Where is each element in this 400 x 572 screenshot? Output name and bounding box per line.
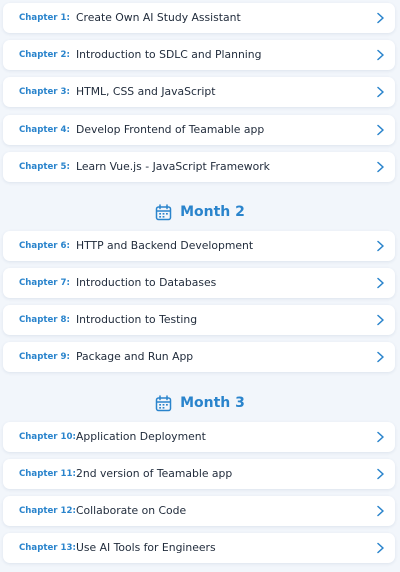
chapter-number: Chapter 12: — [19, 506, 76, 516]
chapter-number: Chapter 5: — [19, 162, 70, 172]
chapter-item-5[interactable]: Chapter 5: Learn Vue.js - JavaScript Fra… — [3, 152, 395, 182]
chapter-number: Chapter 9: — [19, 352, 70, 362]
chapter-item-7[interactable]: Chapter 7: Introduction to Databases — [3, 268, 395, 298]
chapter-title: Introduction to Databases — [76, 276, 217, 289]
chapter-title: Collaborate on Code — [76, 504, 187, 517]
chapter-title: Package and Run App — [76, 350, 194, 363]
chapter-number: Chapter 10: — [19, 432, 76, 442]
month-2-header: Month 2 — [0, 199, 400, 225]
chapter-title: Create Own AI Study Assistant — [76, 11, 241, 24]
chevron-right-icon — [377, 542, 384, 554]
chapter-item-10[interactable]: Chapter 10: Application Deployment — [3, 422, 395, 452]
chapter-item-1[interactable]: Chapter 1: Create Own AI Study Assistant — [3, 3, 395, 33]
chapter-title: Develop Frontend of Teamable app — [76, 123, 265, 136]
calendar-icon — [155, 203, 172, 220]
chapter-title: Use AI Tools for Engineers — [76, 541, 216, 554]
chapter-number: Chapter 3: — [19, 87, 70, 97]
chapter-number: Chapter 6: — [19, 241, 70, 251]
chevron-right-icon — [377, 124, 384, 136]
chapter-title: Learn Vue.js - JavaScript Framework — [76, 160, 270, 173]
chapter-item-3[interactable]: Chapter 3: HTML, CSS and JavaScript — [3, 77, 395, 107]
chevron-right-icon — [377, 468, 384, 480]
chapter-item-2[interactable]: Chapter 2: Introduction to SDLC and Plan… — [3, 40, 395, 70]
month-title: Month 3 — [180, 395, 245, 411]
chapter-number: Chapter 13: — [19, 543, 76, 553]
chevron-right-icon — [377, 431, 384, 443]
chapter-title: Application Deployment — [76, 430, 206, 443]
chapter-title: 2nd version of Teamable app — [76, 467, 233, 480]
chapter-number: Chapter 4: — [19, 125, 70, 135]
chapter-number: Chapter 2: — [19, 50, 70, 60]
chevron-right-icon — [377, 86, 384, 98]
chapter-title: Introduction to SDLC and Planning — [76, 48, 262, 61]
chevron-right-icon — [377, 12, 384, 24]
chapter-number: Chapter 11: — [19, 469, 76, 479]
chapter-title: HTML, CSS and JavaScript — [76, 85, 216, 98]
month-3-header: Month 3 — [0, 390, 400, 416]
month-title: Month 2 — [180, 204, 245, 220]
chapter-number: Chapter 1: — [19, 13, 70, 23]
chapter-item-9[interactable]: Chapter 9: Package and Run App — [3, 342, 395, 372]
chevron-right-icon — [377, 314, 384, 326]
chevron-right-icon — [377, 505, 384, 517]
chapter-title: Introduction to Testing — [76, 313, 198, 326]
chapter-number: Chapter 7: — [19, 278, 70, 288]
chapter-title: HTTP and Backend Development — [76, 239, 254, 252]
chevron-right-icon — [377, 240, 384, 252]
chevron-right-icon — [377, 351, 384, 363]
chapter-item-6[interactable]: Chapter 6: HTTP and Backend Development — [3, 231, 395, 261]
chapter-item-12[interactable]: Chapter 12: Collaborate on Code — [3, 496, 395, 526]
chapter-item-8[interactable]: Chapter 8: Introduction to Testing — [3, 305, 395, 335]
chapter-item-4[interactable]: Chapter 4: Develop Frontend of Teamable … — [3, 115, 395, 145]
chapter-item-11[interactable]: Chapter 11: 2nd version of Teamable app — [3, 459, 395, 489]
chapter-number: Chapter 8: — [19, 315, 70, 325]
chevron-right-icon — [377, 161, 384, 173]
chevron-right-icon — [377, 277, 384, 289]
calendar-icon — [155, 394, 172, 411]
chapter-item-13[interactable]: Chapter 13: Use AI Tools for Engineers — [3, 533, 395, 563]
chevron-right-icon — [377, 49, 384, 61]
